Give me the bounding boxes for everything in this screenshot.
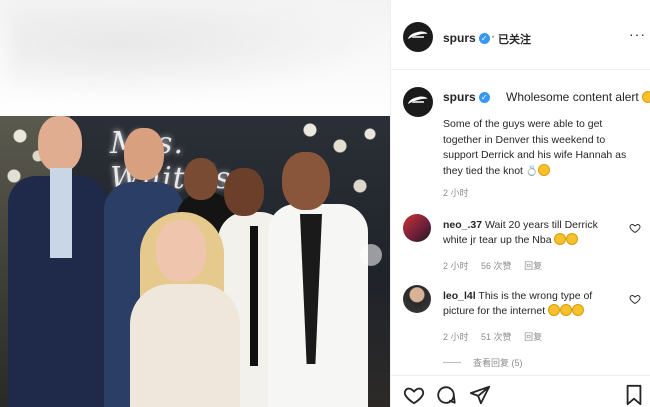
laugh-emoji-icon (554, 233, 567, 245)
commenter-avatar[interactable] (403, 214, 431, 242)
caption-logo-bar (412, 101, 424, 103)
caption-headline: Wholesome content alert (506, 90, 650, 104)
laugh-emoji-icon (548, 304, 561, 316)
comment-text: leo_l4l This is the wrong type of pictur… (443, 289, 623, 319)
caption-username[interactable]: spurs ✓ (443, 90, 490, 104)
person-2-head (124, 128, 164, 180)
caption-body: Some of the guys were able to get togeth… (443, 117, 643, 179)
post-username-text[interactable]: spurs (443, 31, 476, 45)
share-icon[interactable] (469, 384, 491, 406)
post-media[interactable]: Mrs. Whiteʼs (0, 0, 390, 407)
view-replies-text[interactable]: 查看回复 (5) (473, 358, 523, 368)
bookmark-icon[interactable] (623, 384, 645, 406)
heart-icon[interactable] (403, 384, 425, 406)
verified-icon: ✓ (478, 92, 490, 103)
caption-timestamp: 2 小时 (443, 188, 469, 198)
comment-meta: 2 小时 56 次赞 回复 (443, 259, 552, 272)
spurs-avatar[interactable] (403, 22, 433, 52)
comment-icon[interactable] (435, 384, 457, 406)
commenter-avatar[interactable] (403, 285, 431, 313)
verified-icon: ✓ (478, 33, 490, 44)
comment-time: 2 小时 (443, 332, 469, 342)
comment-meta: 2 小时 51 次赞 回复 (443, 330, 552, 343)
ring-emoji-icon: 💍 (525, 165, 539, 177)
comment-likes[interactable]: 56 次赞 (481, 261, 512, 271)
caption-headline-text: Wholesome content alert (506, 90, 639, 104)
person-4-head (224, 168, 264, 216)
carousel-next-button[interactable] (360, 244, 382, 266)
person-3-head (184, 158, 218, 200)
post-sidebar: spurs ✓ · 已关注 ··· spurs ✓ Wholesome conten… (390, 0, 650, 407)
person-1-head (38, 116, 82, 172)
comment-text: neo_.37 Wait 20 years till Derrick white… (443, 218, 623, 248)
person-4-tie (250, 226, 258, 366)
comment-username[interactable]: neo_.37 (443, 219, 482, 231)
comment-username[interactable]: leo_l4l (443, 290, 476, 302)
heart-icon[interactable] (629, 293, 641, 305)
post-username[interactable]: spurs ✓ (443, 31, 490, 45)
laugh-emoji-icon (566, 233, 579, 245)
caption-avatar[interactable] (403, 87, 433, 117)
comment-time: 2 小时 (443, 261, 469, 271)
clap-emoji-icon (538, 163, 551, 176)
caption-username-text[interactable]: spurs (443, 90, 476, 104)
more-icon[interactable]: ··· (629, 26, 646, 42)
view-replies-button[interactable]: 查看回复 (5) (443, 356, 523, 369)
action-bar (391, 375, 650, 407)
replies-divider (443, 362, 461, 363)
header-separator: · (491, 29, 495, 43)
blurred-overlay (10, 8, 380, 98)
wedding-photo[interactable]: Mrs. Whiteʼs (0, 116, 390, 407)
follow-status-button[interactable]: 已关注 (498, 31, 531, 47)
laugh-emoji-icon (560, 304, 573, 316)
laugh-emoji-icon (572, 304, 585, 316)
spurs-logo-bar (412, 36, 424, 38)
bride-dress (130, 284, 240, 407)
reply-button[interactable]: 回复 (524, 261, 542, 271)
person-5-head (282, 152, 330, 210)
comment-likes[interactable]: 51 次赞 (481, 332, 512, 342)
bride-head (156, 220, 206, 282)
post-header: spurs ✓ · 已关注 ··· (391, 0, 650, 70)
reply-button[interactable]: 回复 (524, 332, 542, 342)
grimace-emoji-icon (642, 91, 650, 103)
person-1-shirt (50, 168, 72, 258)
heart-icon[interactable] (629, 222, 641, 234)
